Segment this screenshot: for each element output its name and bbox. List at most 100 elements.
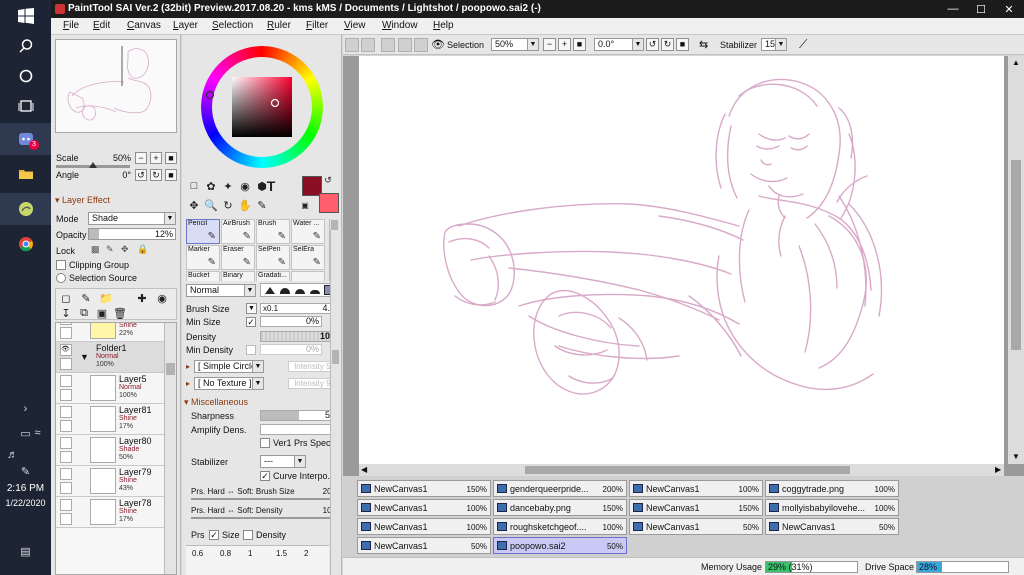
- visibility-toggle[interactable]: [60, 323, 72, 325]
- layer-lock-toggle[interactable]: [60, 451, 72, 463]
- amplify-field[interactable]: 0: [260, 424, 338, 435]
- zoom-out-button[interactable]: −: [135, 152, 147, 164]
- menu-canvas[interactable]: Canvas: [127, 20, 161, 31]
- size-preset[interactable]: 1: [248, 549, 252, 558]
- brush-size-field[interactable]: x0.1 4.0: [260, 303, 338, 314]
- canvas-horizontal-scrollbar[interactable]: ◀ ▶: [359, 464, 1004, 476]
- scrollbar-thumb[interactable]: [332, 350, 339, 364]
- min-density-checkbox[interactable]: [246, 345, 256, 355]
- layer-lock-toggle[interactable]: [60, 420, 72, 432]
- misc-header[interactable]: ▾ Miscellaneous: [184, 397, 248, 408]
- brush-texture-select[interactable]: [ No Texture ] ▼: [194, 377, 264, 390]
- layer-row[interactable]: Layer81 Shine 17%: [56, 404, 164, 435]
- visibility-toggle[interactable]: [60, 437, 72, 449]
- min-density-field[interactable]: 0%: [260, 344, 322, 355]
- sharpness-field[interactable]: 50: [260, 410, 338, 421]
- drawing-canvas[interactable]: [359, 56, 1004, 464]
- visibility-toggle[interactable]: [60, 375, 72, 387]
- collapse-button[interactable]: [345, 38, 359, 52]
- flip-icon[interactable]: ⇆: [699, 38, 708, 51]
- menu-file[interactable]: File: [63, 20, 79, 31]
- copy-layer-icon[interactable]: ⧉: [76, 305, 92, 321]
- secondary-color-swatch[interactable]: [319, 193, 339, 213]
- canvas-rotate-reset-button[interactable]: ■: [676, 38, 689, 51]
- size-preset[interactable]: 0.8: [220, 549, 231, 558]
- document-tab[interactable]: mollyisbabyilovehe... 100%: [765, 499, 899, 516]
- eyedropper-icon[interactable]: ✎: [254, 197, 270, 213]
- layer-row[interactable]: Layer5 Normal 100%: [56, 373, 164, 404]
- rotate-right-button[interactable]: ↻: [150, 169, 162, 181]
- scale-slider[interactable]: [56, 162, 130, 168]
- zoom-icon[interactable]: 🔍: [203, 197, 219, 213]
- toolbar-button-2[interactable]: [361, 38, 375, 52]
- layer-row[interactable]: Layer80 Shade 50%: [56, 435, 164, 466]
- prs-density-checkbox[interactable]: [243, 530, 253, 540]
- stabilizer-select[interactable]: --- ▼: [260, 455, 306, 468]
- edge-hard-icon[interactable]: [265, 287, 275, 294]
- delete-layer-icon[interactable]: 🗑: [112, 305, 128, 321]
- taskbar-chat-app[interactable]: 3: [0, 123, 51, 155]
- close-button[interactable]: ✕: [995, 0, 1023, 18]
- maximize-button[interactable]: ☐: [967, 0, 995, 18]
- canvas-vertical-scrollbar[interactable]: ▲ ▼: [1008, 56, 1024, 464]
- document-tab[interactable]: poopowo.sai2 50%: [493, 537, 627, 554]
- brush-slot[interactable]: SelEra ✎: [291, 245, 325, 270]
- layer-lock-toggle[interactable]: [60, 482, 72, 494]
- hand-icon[interactable]: ✋: [237, 197, 253, 213]
- density-field[interactable]: 100: [260, 331, 338, 342]
- size-preset[interactable]: 2: [304, 549, 308, 558]
- brush-slot[interactable]: AirBrush ✎: [221, 219, 255, 244]
- taskbar-file-explorer[interactable]: [0, 158, 51, 190]
- text-tool-icon[interactable]: T: [263, 178, 279, 194]
- brush-slot[interactable]: [291, 271, 325, 281]
- min-size-field[interactable]: 0%: [260, 316, 322, 327]
- layer-lock-toggle[interactable]: [60, 327, 72, 339]
- rotate-reset-button[interactable]: ■: [165, 169, 177, 181]
- canvas-rotate-left-button[interactable]: ↺: [646, 38, 659, 51]
- transform-icon[interactable]: ✚: [134, 290, 150, 306]
- canvas-stabilizer-select[interactable]: 15 ▼: [761, 38, 787, 51]
- move-icon[interactable]: ✥: [186, 197, 202, 213]
- brush-slot[interactable]: Marker ✎: [186, 245, 220, 270]
- canvas-zoom-out-button[interactable]: −: [543, 38, 556, 51]
- visibility-toggle[interactable]: [60, 468, 72, 480]
- document-tab[interactable]: NewCanvas1 100%: [629, 480, 763, 497]
- edge-soft-icon[interactable]: [295, 289, 305, 294]
- layer-folder-row[interactable]: 👁 ▼ Folder1 Normal 100%: [56, 342, 164, 373]
- menu-view[interactable]: View: [344, 20, 366, 31]
- brush-slot[interactable]: Eraser ✎: [221, 245, 255, 270]
- edge-medium-icon[interactable]: [280, 288, 290, 294]
- selection-source-radio[interactable]: [56, 273, 66, 283]
- scrollbar-thumb[interactable]: [1011, 160, 1021, 350]
- curve-interpo-checkbox[interactable]: ✓: [260, 471, 270, 481]
- search-button[interactable]: [0, 30, 51, 62]
- task-view-button[interactable]: [0, 90, 51, 122]
- color-wheel[interactable]: [200, 45, 324, 169]
- layer-row[interactable]: Layer78 Shine 17%: [56, 497, 164, 528]
- document-tab[interactable]: genderqueerpride... 200%: [493, 480, 627, 497]
- brush-slot[interactable]: SelPen ✎: [256, 245, 290, 270]
- default-colors-icon[interactable]: ▣: [300, 200, 310, 210]
- brush-blend-select[interactable]: Normal ▼: [186, 284, 256, 297]
- ver1-prs-checkbox[interactable]: [260, 438, 270, 448]
- document-tab[interactable]: NewCanvas1 150%: [357, 480, 491, 497]
- layer-lock-toggle[interactable]: [60, 513, 72, 525]
- document-tab[interactable]: NewCanvas1 100%: [357, 518, 491, 535]
- angle-select[interactable]: 0.0° ▼: [594, 38, 644, 51]
- scroll-up-icon[interactable]: ▲: [1012, 58, 1020, 67]
- scroll-down-icon[interactable]: ▼: [1012, 452, 1020, 461]
- document-tab[interactable]: dancebaby.png 150%: [493, 499, 627, 516]
- document-tab[interactable]: NewCanvas1 50%: [765, 518, 899, 535]
- cortana-button[interactable]: [0, 60, 51, 92]
- layer-row[interactable]: Layer79 Shine 43%: [56, 466, 164, 497]
- layer-effect-header[interactable]: ▾ Layer Effect: [55, 195, 110, 206]
- menu-window[interactable]: Window: [382, 20, 418, 31]
- taskbar-painttool-sai[interactable]: [0, 193, 51, 225]
- expand-shape-icon[interactable]: ▸: [186, 362, 190, 371]
- lock-move-icon[interactable]: ✥: [121, 244, 129, 255]
- canvas-zoom-in-button[interactable]: +: [558, 38, 571, 51]
- menu-help[interactable]: Help: [433, 20, 454, 31]
- new-layer-icon[interactable]: ◻: [58, 290, 74, 306]
- document-tab[interactable]: coggytrade.png 100%: [765, 480, 899, 497]
- rect-select-icon[interactable]: □: [186, 178, 202, 194]
